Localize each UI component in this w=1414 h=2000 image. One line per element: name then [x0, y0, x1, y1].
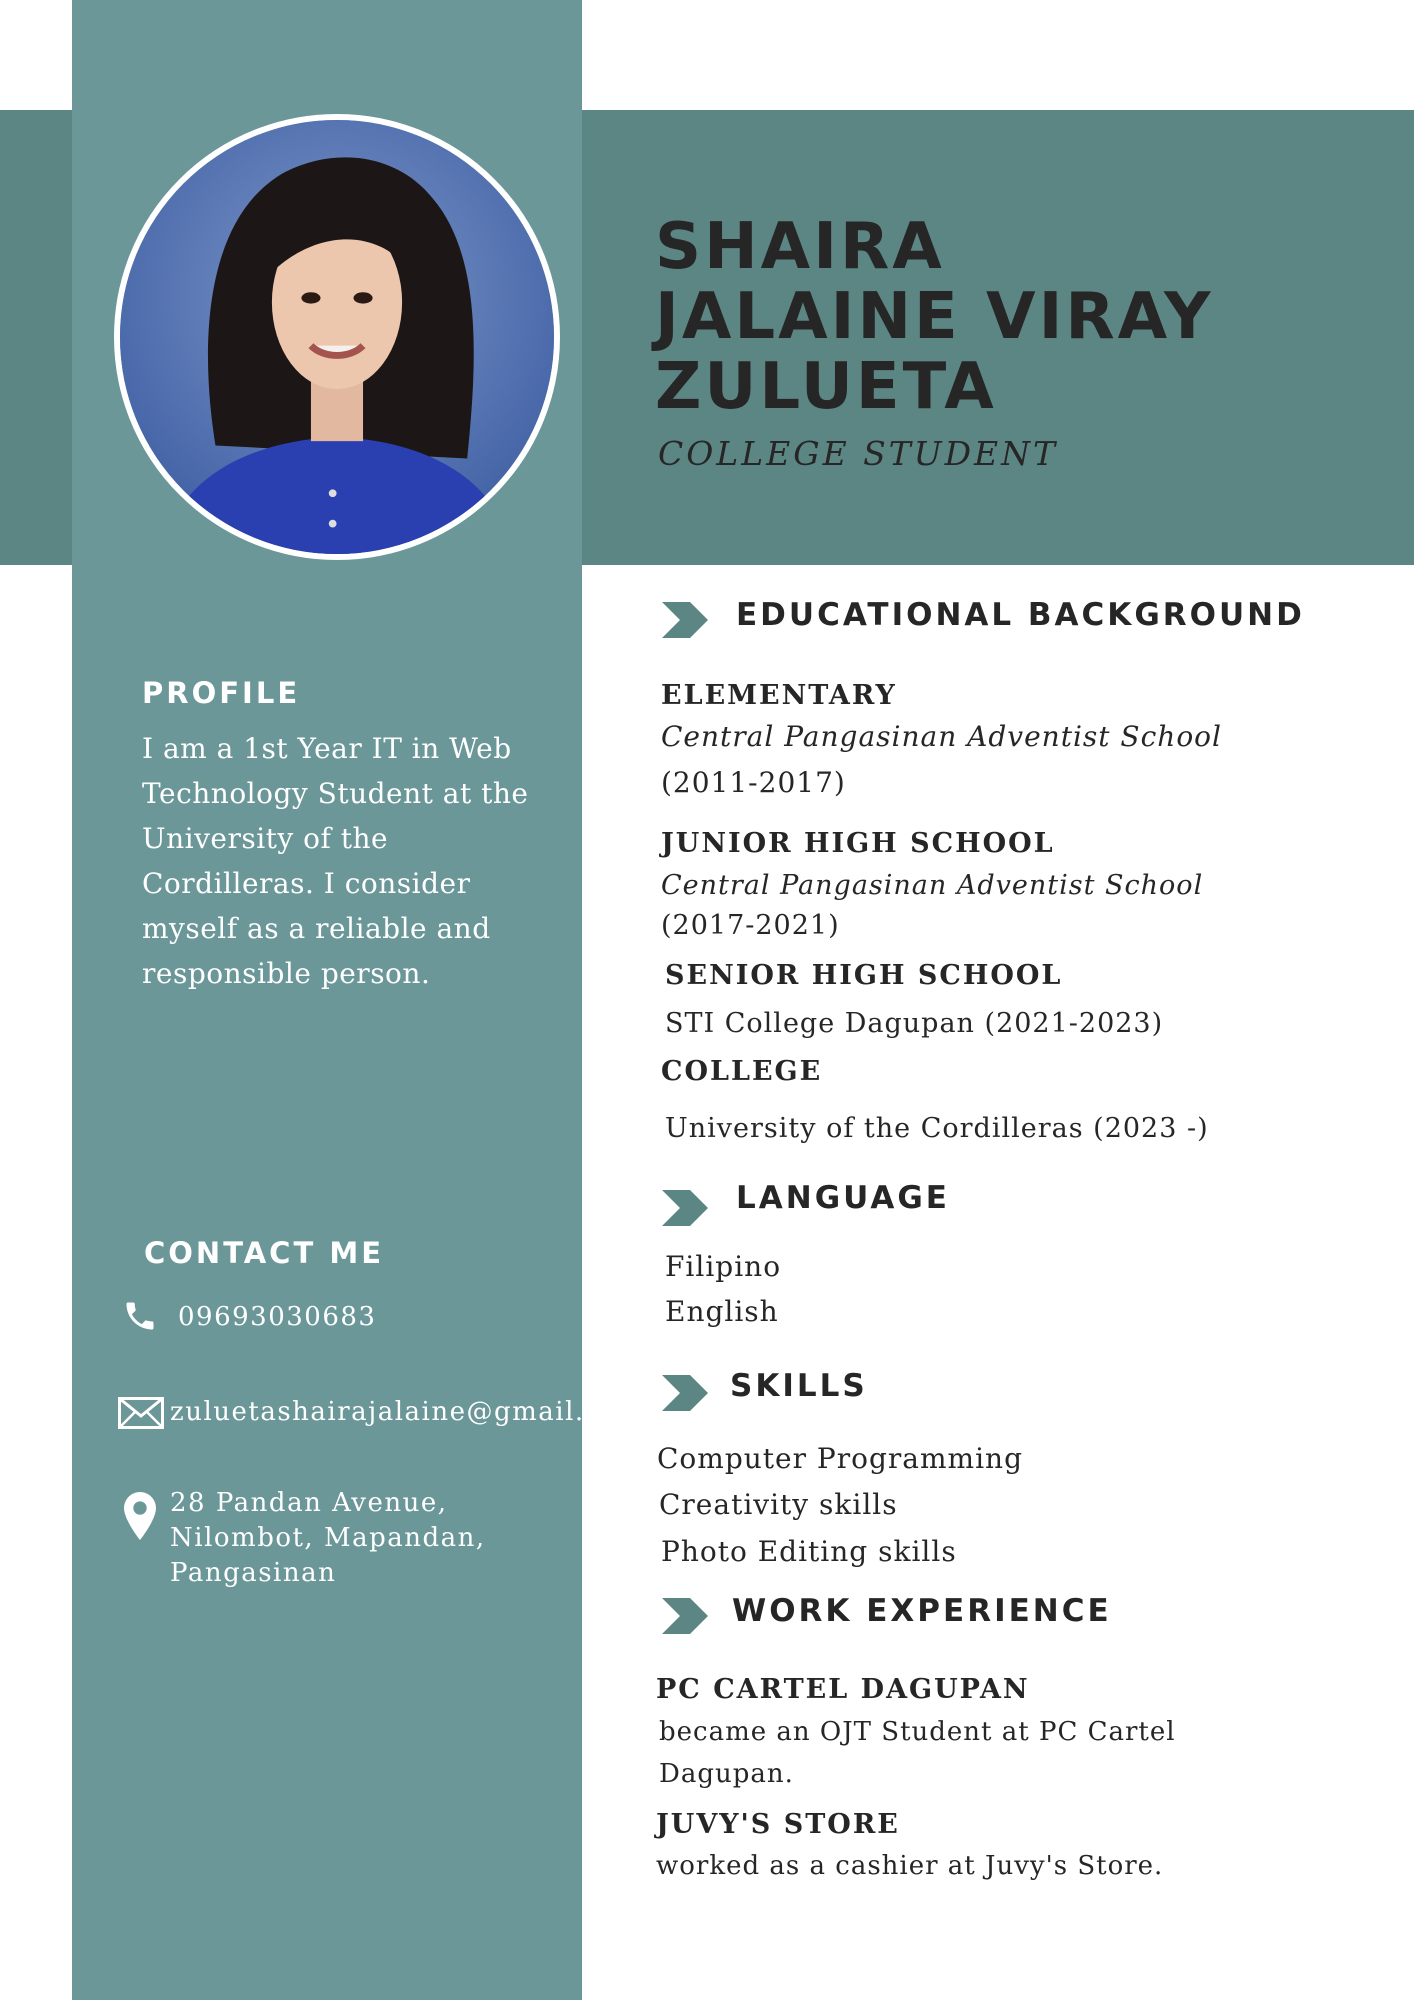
junior-high-years: (2017-2021): [661, 910, 840, 941]
contact-address-line-1: 28 Pandan Avenue,: [170, 1488, 448, 1518]
job-1-description-line-1: became an OJT Student at PC Cartel: [659, 1717, 1176, 1747]
senior-high-label: SENIOR HIGH SCHOOL: [665, 960, 1063, 991]
skills-heading: SKILLS: [730, 1368, 868, 1404]
header-band-left: [0, 110, 72, 565]
job-1-title: PC CARTEL DAGUPAN: [656, 1674, 1030, 1705]
phone-icon: [126, 1302, 154, 1330]
language-heading: LANGUAGE: [736, 1180, 950, 1216]
contact-address-line-2: Nilombot, Mapandan,: [170, 1523, 486, 1553]
junior-high-school: Central Pangasinan Adventist School: [661, 870, 1204, 901]
senior-high-school: STI College Dagupan (2021-2023): [665, 1008, 1164, 1039]
role-title: COLLEGE STUDENT: [658, 434, 1059, 473]
elementary-school: Central Pangasinan Adventist School: [661, 720, 1222, 753]
college-label: COLLEGE: [661, 1056, 823, 1087]
work-heading: WORK EXPERIENCE: [732, 1593, 1112, 1629]
contact-email: zuluetashairajalaine@gmail.com: [170, 1397, 645, 1427]
language-item: Filipino: [665, 1250, 782, 1283]
skill-item: Computer Programming: [657, 1442, 1023, 1475]
elementary-years: (2011-2017): [661, 766, 846, 799]
junior-high-label: JUNIOR HIGH SCHOOL: [661, 828, 1055, 859]
work-chevron-icon: [662, 1598, 708, 1634]
profile-text: I am a 1st Year IT in Web Technology Stu…: [142, 732, 529, 990]
profile-heading: PROFILE: [142, 676, 301, 710]
contact-heading: CONTACT ME: [144, 1236, 385, 1270]
location-pin-icon: [124, 1492, 156, 1540]
language-item: English: [665, 1295, 779, 1328]
skills-chevron-icon: [662, 1375, 708, 1411]
elementary-label: ELEMENTARY: [661, 680, 897, 711]
education-heading: EDUCATIONAL BACKGROUND: [736, 597, 1305, 633]
email-icon: [118, 1397, 164, 1429]
name-line-1: SHAIRA: [655, 210, 945, 284]
contact-phone: 09693030683: [178, 1302, 377, 1332]
language-chevron-icon: [662, 1190, 708, 1226]
job-2-description: worked as a cashier at Juvy's Store.: [656, 1851, 1164, 1881]
college-school: University of the Cordilleras (2023 -): [665, 1113, 1209, 1144]
job-1-description-line-2: Dagupan.: [659, 1759, 794, 1789]
contact-address-line-3: Pangasinan: [170, 1558, 337, 1588]
education-chevron-icon: [662, 602, 708, 638]
skill-item: Photo Editing skills: [661, 1535, 957, 1568]
job-2-title: JUVY'S STORE: [656, 1809, 900, 1840]
skill-item: Creativity skills: [659, 1488, 898, 1521]
portrait-image: [120, 120, 554, 554]
profile-photo: [114, 114, 560, 560]
name-line-3: ZULUETA: [655, 350, 997, 424]
name-line-2: JALAINE VIRAY: [655, 280, 1214, 354]
